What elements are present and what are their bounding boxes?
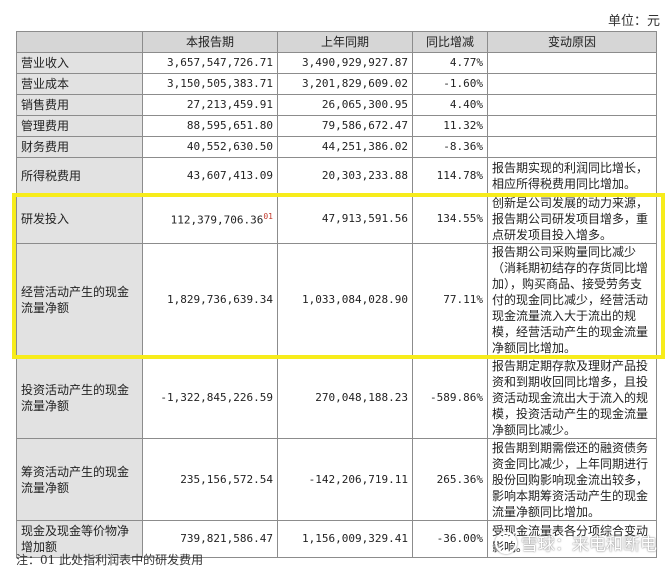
unit-label: 单位：元 <box>607 14 660 29</box>
previous-value: -142,206,719.11 <box>277 438 413 521</box>
table-row-finance-expense: 财务费用 40,552,630.50 44,251,386.02 -8.36% <box>16 136 657 158</box>
previous-value: 47,913,591.56 <box>277 194 413 244</box>
previous-value: 1,156,009,329.41 <box>277 520 413 558</box>
row-label: 投资活动产生的现金流量净额 <box>16 356 143 439</box>
table-row-income-tax: 所得税费用 43,607,413.09 20,303,233.88 114.78… <box>16 157 657 195</box>
row-label: 经营活动产生的现金流量净额 <box>16 243 143 357</box>
table-row-rd-investment: 研发投入 112,379,706.3601 47,913,591.56 134.… <box>16 194 657 244</box>
current-value: 3,657,547,726.71 <box>142 52 278 74</box>
previous-value: 26,065,300.95 <box>277 94 413 116</box>
row-label: 营业成本 <box>16 73 143 95</box>
table-row-admin-expense: 管理费用 88,595,651.80 79,586,672.47 11.32% <box>16 115 657 137</box>
previous-value: 44,251,386.02 <box>277 136 413 158</box>
row-label: 销售费用 <box>16 94 143 116</box>
reason-text <box>487 52 657 74</box>
row-label: 研发投入 <box>16 194 143 244</box>
previous-value: 3,490,929,927.87 <box>277 52 413 74</box>
change-value: 11.32% <box>412 115 488 137</box>
reason-text: 创新是公司发展的动力来源，报告期公司研发项目增多，重点研发项目投入增多。 <box>487 194 657 244</box>
current-value: 3,150,505,383.71 <box>142 73 278 95</box>
current-value: -1,322,845,226.59 <box>142 356 278 439</box>
header-change: 同比增减 <box>412 31 488 53</box>
header-item <box>16 31 143 53</box>
current-value: 88,595,651.80 <box>142 115 278 137</box>
reason-text: 报告期到期需偿还的融资债务资金同比减少，上年同期进行股份回购影响现金流出较多，影… <box>487 438 657 521</box>
header-reason: 变动原因 <box>487 31 657 53</box>
row-label: 财务费用 <box>16 136 143 158</box>
footnote-marker: 01 <box>263 212 273 222</box>
change-value: 265.36% <box>412 438 488 521</box>
previous-value: 79,586,672.47 <box>277 115 413 137</box>
watermark-text: 雪球：来电和断电 <box>521 535 657 555</box>
current-value: 1,829,736,639.34 <box>142 243 278 357</box>
change-value: 77.11% <box>412 243 488 357</box>
reason-text: 报告期定期存款及理财产品投资和到期收回同比增多，且投资活动现金流出大于流入的规模… <box>487 356 657 439</box>
change-value: -1.60% <box>412 73 488 95</box>
table-row-financing-cashflow: 筹资活动产生的现金流量净额 235,156,572.54 -142,206,71… <box>16 438 657 521</box>
reason-text: 报告期公司采购量同比减少（消耗期初结存的存货同比增加），购买商品、接受劳务支付的… <box>487 243 657 357</box>
change-value: -589.86% <box>412 356 488 439</box>
current-value: 235,156,572.54 <box>142 438 278 521</box>
table-header-row: 本报告期 上年同期 同比增减 变动原因 <box>16 31 657 53</box>
current-value-text: 112,379,706.36 <box>170 213 264 227</box>
current-value: 112,379,706.3601 <box>142 194 278 244</box>
change-value: 4.77% <box>412 52 488 74</box>
table-row-investing-cashflow: 投资活动产生的现金流量净额 -1,322,845,226.59 270,048,… <box>16 356 657 439</box>
previous-value: 20,303,233.88 <box>277 157 413 195</box>
change-value: 134.55% <box>412 194 488 244</box>
table-row-selling-expense: 销售费用 27,213,459.91 26,065,300.95 4.40% <box>16 94 657 116</box>
change-value: 114.78% <box>412 157 488 195</box>
reason-text: 报告期实现的利润同比增长，相应所得税费用同比增加。 <box>487 157 657 195</box>
change-value: -8.36% <box>412 136 488 158</box>
change-value: 4.40% <box>412 94 488 116</box>
row-label: 筹资活动产生的现金流量净额 <box>16 438 143 521</box>
row-label: 营业收入 <box>16 52 143 74</box>
table-row-revenue: 营业收入 3,657,547,726.71 3,490,929,927.87 4… <box>16 52 657 74</box>
current-value: 43,607,413.09 <box>142 157 278 195</box>
current-value: 27,213,459.91 <box>142 94 278 116</box>
row-label: 管理费用 <box>16 115 143 137</box>
snowball-logo-icon <box>495 531 517 554</box>
financial-table: 本报告期 上年同期 同比增减 变动原因 营业收入 3,657,547,726.7… <box>16 31 657 558</box>
previous-value: 3,201,829,609.02 <box>277 73 413 95</box>
reason-text <box>487 136 657 158</box>
previous-value: 1,033,084,028.90 <box>277 243 413 357</box>
reason-text <box>487 73 657 95</box>
current-value: 40,552,630.50 <box>142 136 278 158</box>
previous-value: 270,048,188.23 <box>277 356 413 439</box>
footnote: 注：01 此处指利润表中的研发费用 <box>16 553 204 567</box>
reason-text <box>487 94 657 116</box>
header-current-period: 本报告期 <box>142 31 278 53</box>
header-previous-period: 上年同期 <box>277 31 413 53</box>
table-row-operating-cashflow: 经营活动产生的现金流量净额 1,829,736,639.34 1,033,084… <box>16 243 657 357</box>
reason-text <box>487 115 657 137</box>
row-label: 所得税费用 <box>16 157 143 195</box>
change-value: -36.00% <box>412 520 488 558</box>
table-row-cost: 营业成本 3,150,505,383.71 3,201,829,609.02 -… <box>16 73 657 95</box>
watermark: 雪球：来电和断电 <box>495 530 657 555</box>
